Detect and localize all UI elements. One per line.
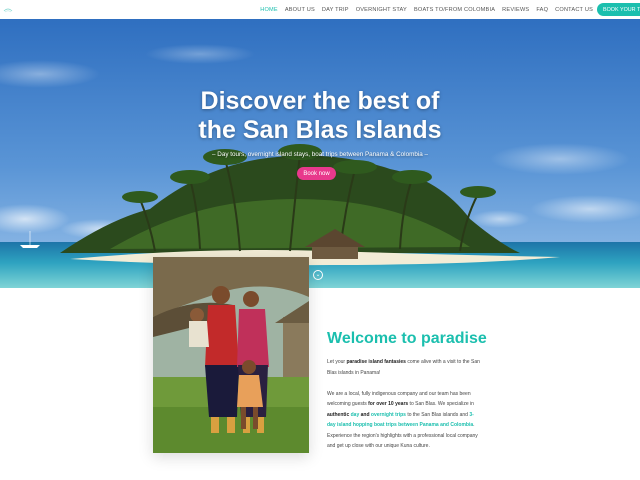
welcome-paragraph-2: We are a local, fully indigenous company… — [327, 389, 482, 452]
welcome-body: Let your paradise island fantasies come … — [327, 357, 482, 462]
hero-title: Discover the best of the San Blas Island… — [120, 87, 520, 145]
nav-item-boats-to-from-colombia[interactable]: BOATS TO/FROM COLOMBIA — [414, 7, 495, 13]
hero-title-line-1: Discover the best of — [200, 87, 440, 115]
welcome-paragraph-1: Let your paradise island fantasies come … — [327, 357, 482, 378]
text-bold: for over 10 years — [368, 401, 409, 407]
text-bold: paradise island fantasies — [346, 359, 406, 365]
nav-item-faq[interactable]: FAQ — [536, 7, 548, 13]
day-trip-link[interactable]: day — [351, 412, 360, 418]
text: to San Blas. We specialize in — [408, 401, 474, 407]
top-nav: HOME ABOUT US DAY TRIP OVERNIGHT STAY BOATS … — [0, 0, 640, 19]
hero-banner: Discover the best of the San Blas Island… — [0, 19, 640, 288]
hero-title-line-2: the San Blas Islands — [198, 116, 442, 144]
main-menu: HOME ABOUT US DAY TRIP OVERNIGHT STAY BOATS … — [253, 0, 593, 19]
palm-logo-icon[interactable] — [2, 2, 14, 14]
text-bold: and — [359, 411, 371, 418]
nav-item-reviews[interactable]: REVIEWS — [502, 7, 529, 13]
book-your-tour-button[interactable]: BOOK YOUR TOUR — [597, 3, 640, 16]
nav-item-contact-us[interactable]: CONTACT US — [555, 7, 593, 13]
chevron-down-icon[interactable]: ⌄ — [313, 270, 323, 280]
welcome-title: Welcome to paradise — [327, 330, 487, 347]
kuna-family-photo — [153, 257, 309, 453]
nav-item-about-us[interactable]: ABOUT US — [285, 7, 315, 13]
hero-subtitle: – Day tours, overnight island stays, boa… — [212, 151, 428, 158]
overnight-trips-link[interactable]: overnight trips — [371, 412, 406, 418]
nav-item-day-trip[interactable]: DAY TRIP — [322, 7, 349, 13]
text: Let your — [327, 359, 347, 365]
text: to the San Blas islands and — [405, 411, 470, 418]
book-now-button[interactable]: Book now — [297, 167, 336, 180]
nav-item-overnight-stay[interactable]: OVERNIGHT STAY — [356, 7, 407, 13]
text-bold: authentic — [327, 411, 350, 418]
nav-item-home[interactable]: HOME — [260, 7, 278, 13]
